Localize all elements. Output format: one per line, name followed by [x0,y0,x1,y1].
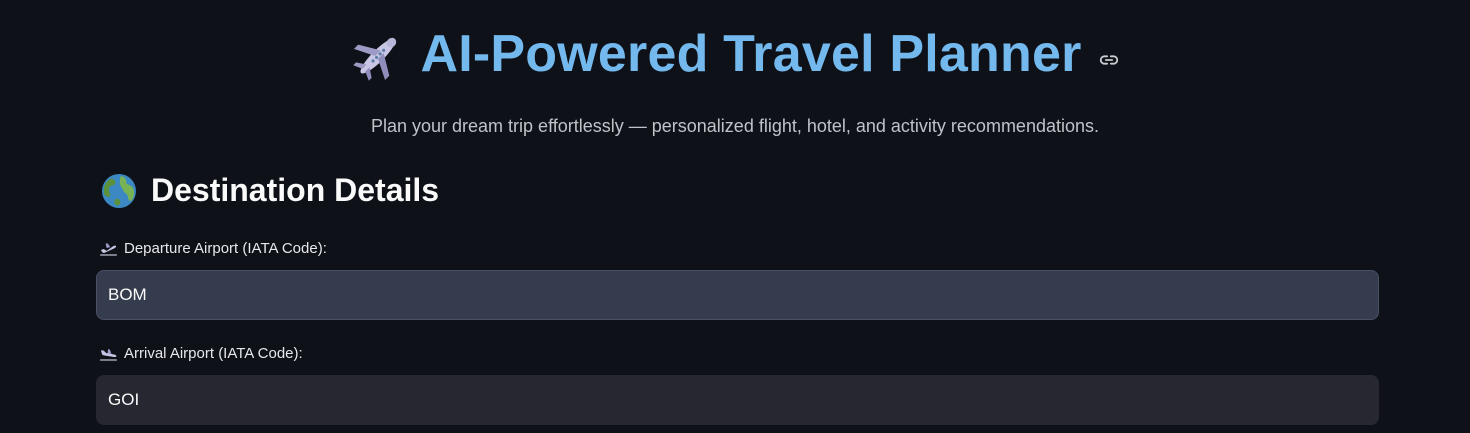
page-title: AI-Powered Travel Planner [420,25,1082,83]
page-subtitle: Plan your dream trip effortlessly — pers… [370,116,1099,136]
page-header: AI-Powered Travel Planner [0,24,1470,84]
departure-airport-value: BOM [108,285,147,304]
arrival-airport-input[interactable]: GOI [96,375,1379,425]
airplane-departure-icon [99,242,118,256]
departure-airport-input[interactable]: BOM [96,270,1379,320]
anchor-link-icon[interactable] [1098,49,1120,71]
arrival-label-text: Arrival Airport (IATA Code): [124,345,303,362]
app-page: AI-Powered Travel Planner Plan your drea… [0,0,1470,433]
section-title: Destination Details [151,172,440,208]
departure-label: Departure Airport (IATA Code): [99,240,327,257]
arrival-label: Arrival Airport (IATA Code): [99,345,303,362]
section-heading: Destination Details [101,172,439,209]
departure-label-text: Departure Airport (IATA Code): [124,240,327,257]
airplane-icon [353,37,397,81]
globe-icon [102,173,136,208]
airplane-arrival-icon [99,348,118,361]
arrival-airport-value: GOI [108,390,140,409]
